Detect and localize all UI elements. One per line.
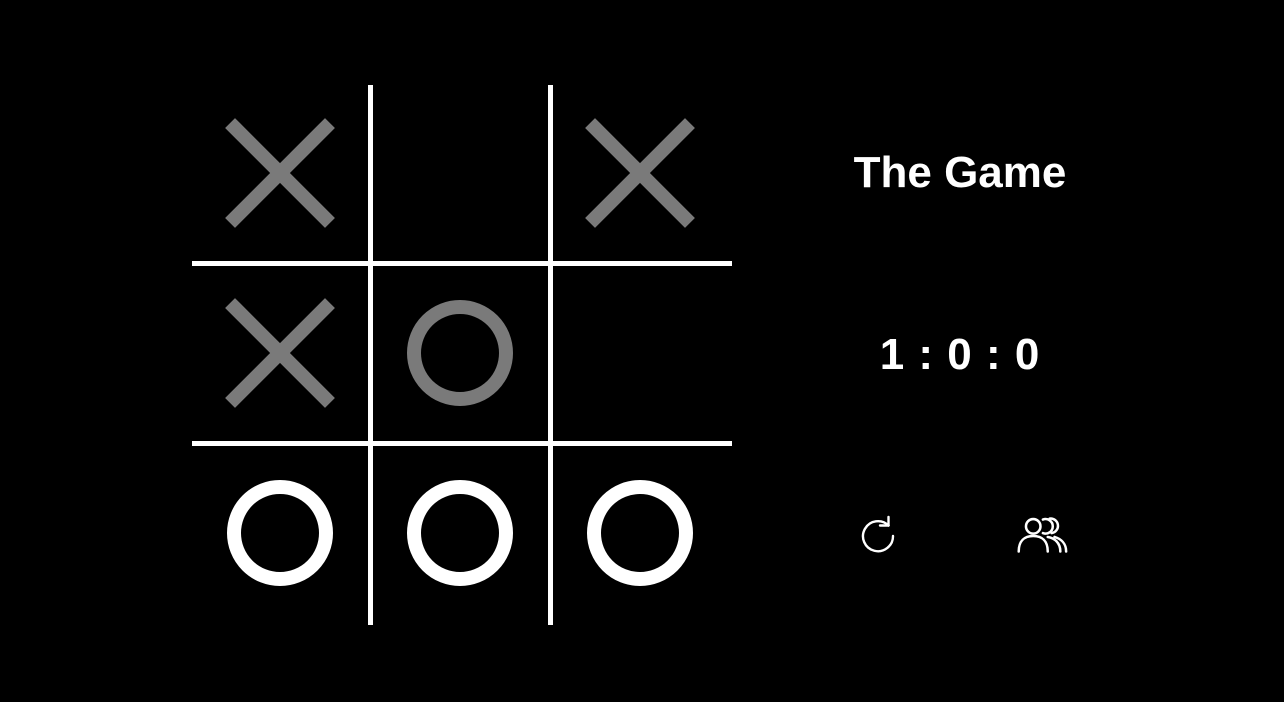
board-cell-3[interactable] bbox=[555, 88, 725, 258]
users-icon bbox=[1017, 517, 1068, 553]
board-cell-4[interactable] bbox=[195, 268, 365, 438]
board-cell-7[interactable] bbox=[195, 448, 365, 618]
x-mark-icon bbox=[225, 298, 335, 408]
o-mark-icon bbox=[407, 300, 513, 406]
refresh-icon bbox=[861, 515, 895, 553]
o-mark-icon bbox=[407, 480, 513, 586]
x-mark-icon bbox=[585, 118, 695, 228]
game-board bbox=[192, 85, 732, 625]
board-cell-6[interactable] bbox=[555, 268, 725, 438]
players-button[interactable] bbox=[1010, 506, 1070, 566]
o-mark-icon bbox=[227, 480, 333, 586]
board-cell-9[interactable] bbox=[555, 448, 725, 618]
game-title: The Game bbox=[853, 148, 1067, 197]
score-display: 1 : 0 : 0 bbox=[879, 330, 1041, 379]
restart-button[interactable] bbox=[848, 506, 908, 566]
board-cell-1[interactable] bbox=[195, 88, 365, 258]
board-cell-2[interactable] bbox=[375, 88, 545, 258]
board-cell-8[interactable] bbox=[375, 448, 545, 618]
grid-line-horizontal-2 bbox=[192, 441, 732, 446]
grid-line-horizontal-1 bbox=[192, 261, 732, 266]
grid-line-vertical-1 bbox=[368, 85, 373, 625]
o-mark-icon bbox=[587, 480, 693, 586]
grid-line-vertical-2 bbox=[548, 85, 553, 625]
board-cell-5[interactable] bbox=[375, 268, 545, 438]
x-mark-icon bbox=[225, 118, 335, 228]
